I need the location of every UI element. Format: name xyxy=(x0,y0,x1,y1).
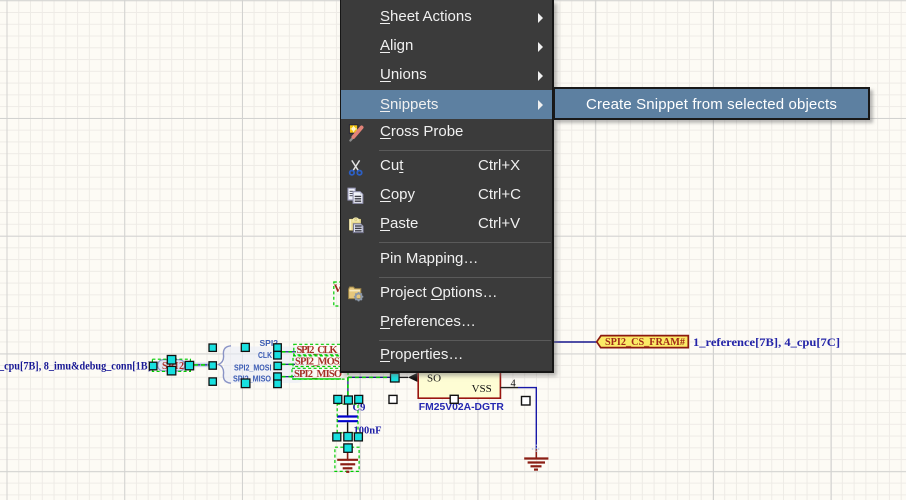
svg-text:_cpu[7B], 8_imu&debug_conn[1B]: _cpu[7B], 8_imu&debug_conn[1B] xyxy=(0,361,151,373)
svg-text:SPI2_CS_FRAM#: SPI2_CS_FRAM# xyxy=(605,337,685,348)
svg-text:VSS: VSS xyxy=(472,383,492,395)
svg-text:SO: SO xyxy=(427,373,441,385)
svg-text:SPI2_MISO: SPI2_MISO xyxy=(233,374,272,383)
svg-text:SPI2_MOSI: SPI2_MOSI xyxy=(234,364,272,373)
svg-text:FM25V02A-DGTR: FM25V02A-DGTR xyxy=(419,401,504,413)
svg-text:1_reference[7B], 4_cpu[7C]: 1_reference[7B], 4_cpu[7C] xyxy=(693,337,840,349)
svg-text:CLK: CLK xyxy=(258,351,272,360)
